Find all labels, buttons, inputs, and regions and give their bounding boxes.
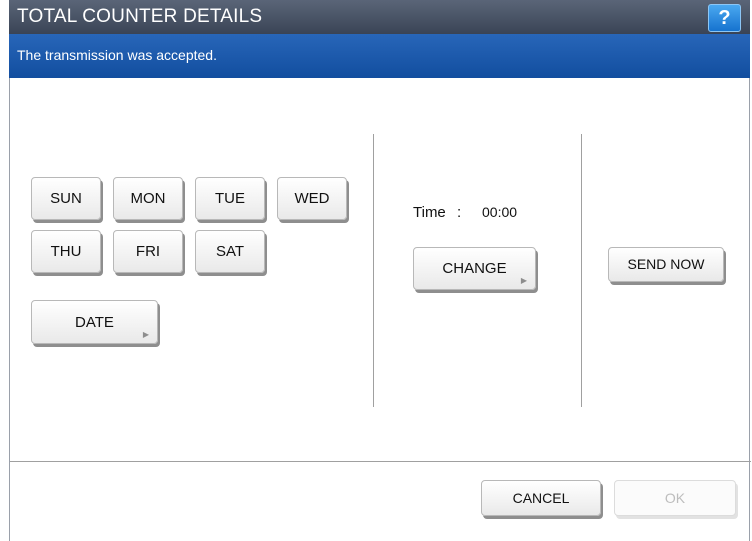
day-button-sat[interactable]: SAT bbox=[195, 230, 265, 273]
content-area: SUN MON TUE WED THU FRI SAT DATE ▶ Time … bbox=[9, 78, 751, 541]
cancel-button[interactable]: CANCEL bbox=[481, 480, 601, 516]
title-bar: TOTAL COUNTER DETAILS ? bbox=[9, 0, 750, 34]
day-button-mon[interactable]: MON bbox=[113, 177, 183, 220]
day-button-sun[interactable]: SUN bbox=[31, 177, 101, 220]
send-now-button[interactable]: SEND NOW bbox=[608, 247, 724, 282]
divider-left bbox=[373, 134, 374, 407]
day-button-tue[interactable]: TUE bbox=[195, 177, 265, 220]
triangle-right-icon: ▶ bbox=[142, 330, 149, 339]
time-label: Time bbox=[413, 204, 446, 221]
ok-button[interactable]: OK bbox=[614, 480, 736, 516]
date-button[interactable]: DATE ▶ bbox=[31, 300, 158, 344]
status-message: The transmission was accepted. bbox=[17, 47, 217, 63]
window-title: TOTAL COUNTER DETAILS bbox=[17, 6, 263, 27]
time-value: 00:00 bbox=[482, 204, 518, 220]
change-time-button[interactable]: CHANGE ▶ bbox=[413, 247, 536, 290]
day-button-thu[interactable]: THU bbox=[31, 230, 101, 273]
divider-right bbox=[581, 134, 582, 407]
question-mark-icon: ? bbox=[718, 7, 731, 29]
day-button-wed[interactable]: WED bbox=[277, 177, 347, 220]
help-button[interactable]: ? bbox=[708, 4, 741, 32]
footer-divider bbox=[10, 461, 751, 462]
day-button-fri[interactable]: FRI bbox=[113, 230, 183, 273]
time-separator: : bbox=[457, 204, 462, 221]
triangle-right-icon: ▶ bbox=[520, 276, 527, 285]
dialog-window: TOTAL COUNTER DETAILS ? The transmission… bbox=[9, 0, 751, 541]
status-bar: The transmission was accepted. bbox=[9, 34, 750, 78]
